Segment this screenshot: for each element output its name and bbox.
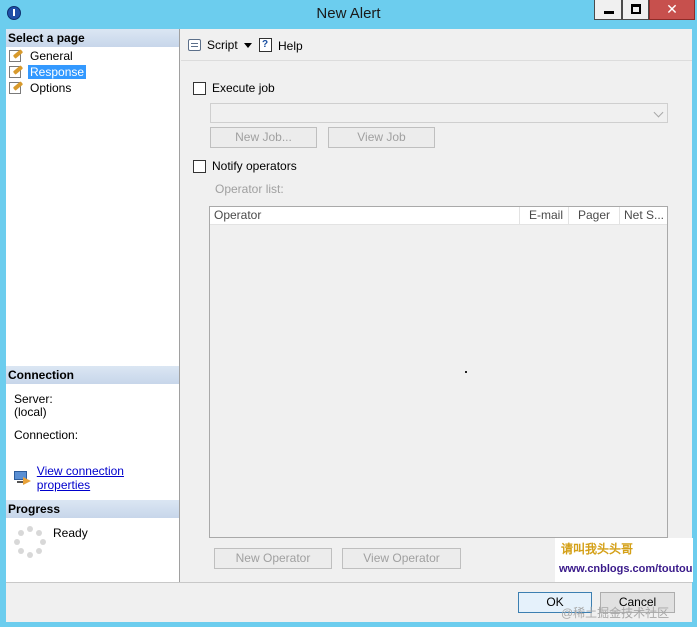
chevron-down-icon bbox=[653, 107, 664, 118]
watermark-line1: 请叫我头头哥 bbox=[561, 542, 634, 556]
column-header-net-send[interactable]: Net S... bbox=[620, 207, 667, 225]
script-icon bbox=[187, 38, 203, 52]
view-operator-button[interactable]: View Operator bbox=[342, 548, 461, 569]
watermark-line2: www.cnblogs.com/toutou bbox=[559, 563, 693, 575]
progress-spinner-icon bbox=[14, 526, 46, 558]
page-wrench-icon bbox=[8, 81, 24, 95]
grid-dot bbox=[465, 371, 467, 373]
script-button[interactable]: Script bbox=[187, 38, 252, 52]
notify-operators-label: Notify operators bbox=[212, 159, 297, 173]
watermark-box: 请叫我头头哥 www.cnblogs.com/toutou bbox=[555, 538, 693, 582]
select-page-header: Select a page bbox=[6, 29, 179, 47]
new-job-button[interactable]: New Job... bbox=[210, 127, 317, 148]
left-panel: Select a page General Response Options C… bbox=[6, 29, 180, 582]
view-job-button[interactable]: View Job bbox=[328, 127, 435, 148]
job-select[interactable] bbox=[210, 103, 668, 123]
minimize-button[interactable] bbox=[594, 0, 622, 20]
footer-separator bbox=[6, 582, 692, 583]
progress-header: Progress bbox=[6, 500, 179, 518]
help-button[interactable]: ? Help bbox=[258, 38, 303, 53]
maximize-icon bbox=[631, 4, 641, 14]
help-label: Help bbox=[278, 38, 303, 53]
watermark-line3: @稀土掘金技术社区 bbox=[561, 606, 670, 620]
operator-list-grid[interactable]: Operator E-mail Pager Net S... bbox=[209, 206, 668, 538]
server-value: (local) bbox=[14, 405, 47, 419]
progress-status: Ready bbox=[53, 526, 88, 540]
window-title: New Alert bbox=[316, 5, 381, 22]
page-wrench-icon bbox=[8, 65, 24, 79]
execute-job-row[interactable]: Execute job bbox=[193, 81, 275, 95]
dialog-window: New Alert ✕ Select a page General Respon… bbox=[0, 0, 697, 627]
view-connection-properties-link[interactable]: View connection properties bbox=[14, 464, 179, 492]
new-operator-button[interactable]: New Operator bbox=[214, 548, 332, 569]
help-icon: ? bbox=[258, 38, 274, 53]
page-wrench-icon bbox=[8, 49, 24, 63]
server-label: Server: bbox=[14, 392, 53, 406]
script-label: Script bbox=[207, 38, 238, 52]
page-item-label: Response bbox=[28, 65, 87, 79]
column-header-email[interactable]: E-mail bbox=[520, 207, 569, 225]
column-header-operator[interactable]: Operator bbox=[210, 207, 520, 225]
execute-job-label: Execute job bbox=[212, 81, 275, 95]
close-button[interactable]: ✕ bbox=[649, 0, 695, 20]
minimize-icon bbox=[604, 11, 614, 14]
page-item-options[interactable]: Options bbox=[8, 80, 73, 96]
notify-operators-row[interactable]: Notify operators bbox=[193, 159, 297, 173]
column-header-pager[interactable]: Pager bbox=[569, 207, 620, 225]
title-bar[interactable]: New Alert ✕ bbox=[0, 0, 697, 28]
close-icon: ✕ bbox=[666, 1, 678, 17]
execute-job-checkbox[interactable] bbox=[193, 81, 206, 95]
operator-list-header: Operator E-mail Pager Net S... bbox=[210, 207, 667, 225]
page-item-label: General bbox=[30, 49, 73, 63]
operator-list-label: Operator list: bbox=[215, 182, 284, 196]
dialog-client: Select a page General Response Options C… bbox=[6, 29, 693, 622]
connection-properties-icon bbox=[14, 471, 32, 485]
maximize-button[interactable] bbox=[622, 0, 649, 20]
script-dropdown-arrow-icon[interactable] bbox=[243, 42, 252, 48]
notify-operators-checkbox[interactable] bbox=[193, 159, 206, 173]
view-connection-properties-label[interactable]: View connection properties bbox=[37, 464, 179, 492]
page-item-label: Options bbox=[30, 81, 72, 95]
connection-header: Connection bbox=[6, 366, 179, 384]
connection-label: Connection: bbox=[14, 428, 79, 442]
page-item-general[interactable]: General bbox=[8, 48, 75, 64]
toolbar: Script ? Help bbox=[181, 29, 692, 61]
page-item-response[interactable]: Response bbox=[8, 64, 87, 80]
